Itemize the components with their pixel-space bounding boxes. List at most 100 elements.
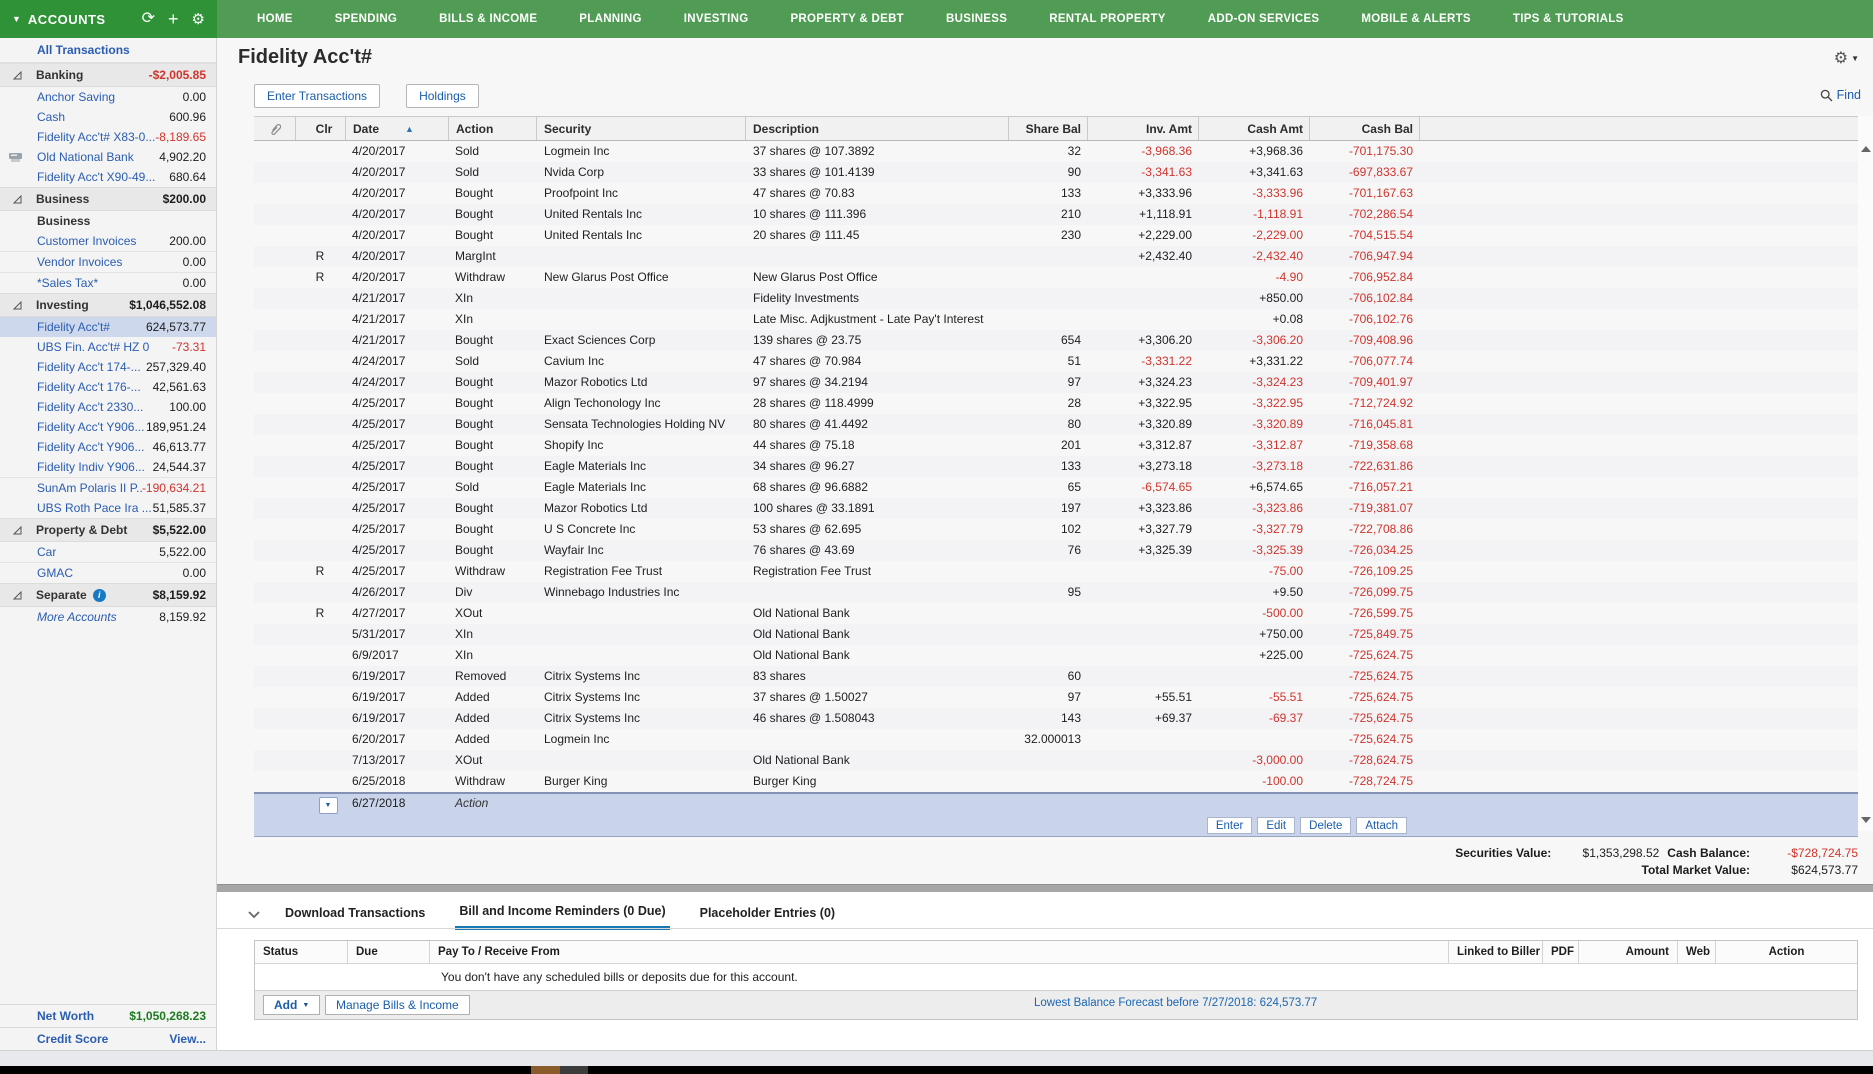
reminders-column-web[interactable]: Web — [1677, 941, 1715, 963]
register-row[interactable]: 4/25/2017BoughtShopify Inc44 shares @ 75… — [254, 435, 1858, 456]
inv-amt-column-header[interactable]: Inv. Amt — [1087, 117, 1198, 140]
sidebar-item-car[interactable]: Car5,522.00 — [0, 542, 216, 562]
description-column-header[interactable]: Description — [745, 117, 1008, 140]
reminders-column-status[interactable]: Status — [255, 941, 347, 963]
entry-date[interactable]: 6/27/2018 — [345, 794, 448, 815]
register-row[interactable]: 4/21/2017XInLate Misc. Adjkustment - Lat… — [254, 309, 1858, 330]
reminders-column-action[interactable]: Action — [1715, 941, 1857, 963]
sidebar-item-business[interactable]: Business — [0, 211, 216, 231]
sidebar-item-ubs-roth-pace-ira[interactable]: UBS Roth Pace Ira ...51,585.37 — [0, 498, 216, 518]
nav-item-spending[interactable]: SPENDING — [335, 13, 397, 25]
register-row[interactable]: 4/20/2017BoughtUnited Rentals Inc10 shar… — [254, 204, 1858, 225]
register-row[interactable]: 4/24/2017BoughtMazor Robotics Ltd97 shar… — [254, 372, 1858, 393]
register-row[interactable]: 6/19/2017AddedCitrix Systems Inc46 share… — [254, 708, 1858, 729]
sidebar-item-anchor-saving[interactable]: Anchor Saving0.00 — [0, 87, 216, 107]
register-row[interactable]: 4/25/2017BoughtAlign Techonology Inc28 s… — [254, 393, 1858, 414]
cash-bal-column-header[interactable]: Cash Bal — [1309, 117, 1419, 140]
lowest-balance-forecast-link[interactable]: Lowest Balance Forecast before 7/27/2018… — [1034, 997, 1317, 1009]
register-row[interactable]: 4/20/2017BoughtUnited Rentals Inc20 shar… — [254, 225, 1858, 246]
sidebar-item-fidelity-acc-t-x90-49[interactable]: Fidelity Acc't X90-49...680.64 — [0, 167, 216, 187]
add-reminder-button[interactable]: Add▼ — [263, 995, 320, 1015]
credit-score-view-link[interactable]: View... — [169, 1032, 206, 1046]
reminders-column-pay-to-receive-from[interactable]: Pay To / Receive From — [429, 941, 1448, 963]
register-row[interactable]: 4/26/2017DivWinnebago Industries Inc95+9… — [254, 582, 1858, 603]
register-row[interactable]: R4/20/2017WithdrawNew Glarus Post Office… — [254, 267, 1858, 288]
enter-transactions-button[interactable]: Enter Transactions — [254, 84, 380, 108]
sidebar-item-fidelity-acc-t[interactable]: Fidelity Acc't#624,573.77 — [0, 317, 216, 337]
reminders-column-linked-to-biller[interactable]: Linked to Biller — [1448, 941, 1542, 963]
manage-bills-income-button[interactable]: Manage Bills & Income — [325, 995, 470, 1015]
add-account-icon[interactable]: + — [168, 10, 179, 28]
register-row[interactable]: 4/20/2017SoldLogmein Inc37 shares @ 107.… — [254, 141, 1858, 162]
attachment-column-header[interactable] — [254, 117, 295, 140]
scroll-up-icon[interactable] — [1861, 146, 1871, 152]
edit-button[interactable]: Edit — [1257, 817, 1295, 834]
reminders-column-amount[interactable]: Amount — [1578, 941, 1677, 963]
nav-item-bills-income[interactable]: BILLS & INCOME — [439, 13, 537, 25]
nav-item-mobile-alerts[interactable]: MOBILE & ALERTS — [1361, 13, 1471, 25]
nav-item-home[interactable]: HOME — [257, 13, 293, 25]
register-row[interactable]: 6/19/2017RemovedCitrix Systems Inc83 sha… — [254, 666, 1858, 687]
sidebar-section-property-debt[interactable]: Property & Debt$5,522.00 — [0, 518, 216, 542]
reminders-column-due[interactable]: Due — [347, 941, 429, 963]
register-row[interactable]: 7/13/2017XOutOld National Bank-3,000.00-… — [254, 750, 1858, 771]
register-row[interactable]: 4/24/2017SoldCavium Inc47 shares @ 70.98… — [254, 351, 1858, 372]
register-row[interactable]: 6/25/2018WithdrawBurger KingBurger King-… — [254, 771, 1858, 792]
share-bal-column-header[interactable]: Share Bal — [1008, 117, 1087, 140]
tab-download-transactions[interactable]: Download Transactions — [281, 900, 429, 928]
security-column-header[interactable]: Security — [536, 117, 745, 140]
nav-item-tips-tutorials[interactable]: TIPS & TUTORIALS — [1513, 13, 1624, 25]
attach-button[interactable]: Attach — [1356, 817, 1407, 834]
sidebar-item-customer-invoices[interactable]: Customer Invoices200.00 — [0, 231, 216, 251]
sidebar-item-sunam-polaris-ii-p[interactable]: SunAm Polaris II P...-190,634.21 — [0, 477, 216, 498]
collapse-panel-chevron-icon[interactable] — [247, 910, 261, 919]
account-actions-gear-icon[interactable]: ⚙▼ — [1834, 48, 1859, 68]
register-row[interactable]: 4/20/2017BoughtProofpoint Inc47 shares @… — [254, 183, 1858, 204]
sidebar-item-all-transactions[interactable]: All Transactions — [0, 38, 216, 63]
new-transaction-entry-row[interactable]: ▼ 6/27/2018 Action — [254, 792, 1858, 815]
action-column-header[interactable]: Action — [448, 117, 536, 140]
register-row[interactable]: 4/20/2017SoldNvida Corp33 shares @ 101.4… — [254, 162, 1858, 183]
delete-button[interactable]: Delete — [1300, 817, 1351, 834]
nav-item-rental-property[interactable]: RENTAL PROPERTY — [1049, 13, 1166, 25]
taskbar[interactable] — [0, 1066, 1873, 1074]
register-row[interactable]: 4/25/2017BoughtEagle Materials Inc34 sha… — [254, 456, 1858, 477]
clr-column-header[interactable]: Clr — [295, 117, 345, 140]
sidebar-section-separate[interactable]: Separatei$8,159.92 — [0, 583, 216, 607]
register-row[interactable]: 4/21/2017XInFidelity Investments+850.00-… — [254, 288, 1858, 309]
date-column-header[interactable]: Date▲ — [345, 117, 448, 140]
register-row[interactable]: 4/25/2017BoughtSensata Technologies Hold… — [254, 414, 1858, 435]
sidebar-item-gmac[interactable]: GMAC0.00 — [0, 562, 216, 583]
sidebar-section-investing[interactable]: Investing$1,046,552.08 — [0, 293, 216, 317]
sidebar-item-vendor-invoices[interactable]: Vendor Invoices0.00 — [0, 251, 216, 272]
enter-button[interactable]: Enter — [1207, 817, 1253, 834]
taskbar-app-icon[interactable] — [560, 1066, 588, 1074]
register-row[interactable]: R4/20/2017MargInt+2,432.40-2,432.40-706,… — [254, 246, 1858, 267]
register-row[interactable]: 4/25/2017SoldEagle Materials Inc68 share… — [254, 477, 1858, 498]
register-row[interactable]: 6/9/2017XInOld National Bank+225.00-725,… — [254, 645, 1858, 666]
find-control[interactable]: Find — [1820, 88, 1861, 102]
register-scrollbar[interactable] — [1858, 116, 1873, 831]
nav-item-add-on-services[interactable]: ADD-ON SERVICES — [1208, 13, 1320, 25]
nav-item-investing[interactable]: INVESTING — [684, 13, 749, 25]
register-row[interactable]: 6/20/2017AddedLogmein Inc32.000013-725,6… — [254, 729, 1858, 750]
net-worth-row[interactable]: Net Worth $1,050,268.23 — [0, 1004, 216, 1027]
scroll-down-icon[interactable] — [1861, 817, 1871, 823]
tab-bill-and-income-reminders-0-due[interactable]: Bill and Income Reminders (0 Due) — [455, 898, 669, 930]
sidebar-item-fidelity-acc-t-x83-0[interactable]: Fidelity Acc't# X83-0...-8,189.65 — [0, 127, 216, 147]
accounts-settings-gear-icon[interactable]: ⚙ — [192, 12, 205, 27]
sidebar-item-ubs-fin-acc-t-hz-0[interactable]: UBS Fin. Acc't# HZ 0-73.31 — [0, 337, 216, 357]
sidebar-section-business[interactable]: Business$200.00 — [0, 187, 216, 211]
register-row[interactable]: R4/27/2017XOutOld National Bank-500.00-7… — [254, 603, 1858, 624]
sidebar-item-fidelity-indiv-y906[interactable]: Fidelity Indiv Y906...24,544.37 — [0, 457, 216, 477]
entry-dropdown-button[interactable]: ▼ — [319, 797, 338, 814]
sidebar-item-more-accounts[interactable]: More Accounts8,159.92 — [0, 607, 216, 627]
register-row[interactable]: 4/25/2017BoughtWayfair Inc76 shares @ 43… — [254, 540, 1858, 561]
sidebar-section-banking[interactable]: Banking-$2,005.85 — [0, 63, 216, 87]
register-row[interactable]: 5/31/2017XInOld National Bank+750.00-725… — [254, 624, 1858, 645]
credit-score-row[interactable]: Credit Score View... — [0, 1027, 216, 1050]
register-row[interactable]: R4/25/2017WithdrawRegistration Fee Trust… — [254, 561, 1858, 582]
tab-placeholder-entries-0[interactable]: Placeholder Entries (0) — [696, 900, 839, 928]
nav-item-property-debt[interactable]: PROPERTY & DEBT — [790, 13, 904, 25]
register-row[interactable]: 4/25/2017BoughtMazor Robotics Ltd100 sha… — [254, 498, 1858, 519]
